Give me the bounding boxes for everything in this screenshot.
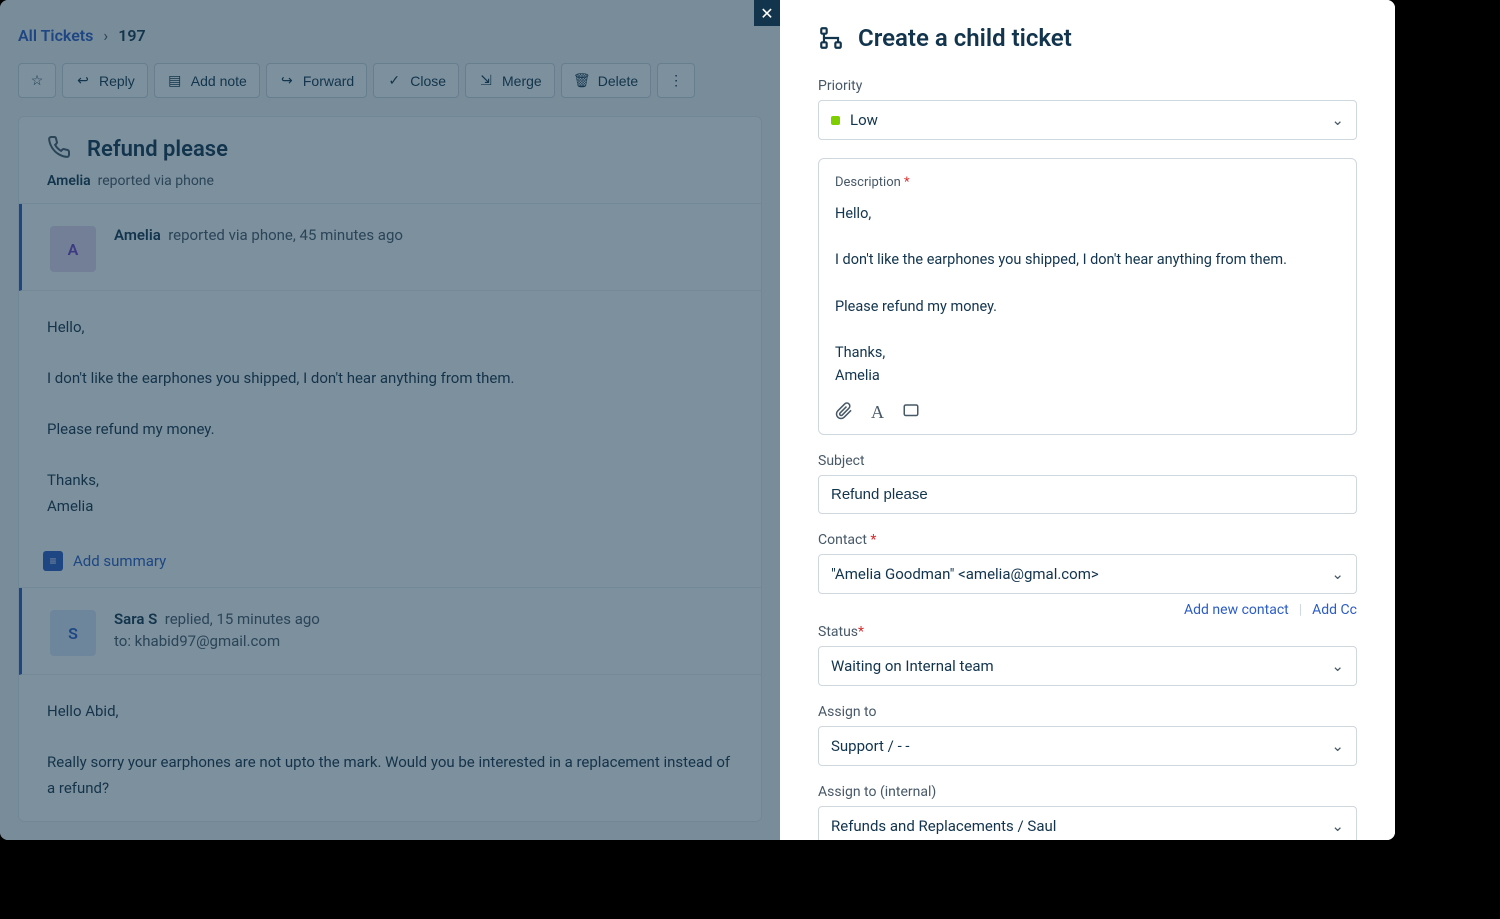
delete-button[interactable]: 🗑 Delete [561,63,651,98]
forward-button[interactable]: ↪ Forward [266,63,367,98]
subject-input[interactable] [818,475,1357,514]
description-text[interactable]: Hello, I don't like the earphones you sh… [835,202,1340,388]
required-icon: * [870,532,876,548]
author-name: Sara S [114,610,157,628]
message-meta: replied, 15 minutes ago [165,610,320,628]
reply-button[interactable]: ↩ Reply [62,63,148,98]
subject-label: Subject [818,453,1357,469]
summary-icon: ≡ [43,551,63,571]
description-editor[interactable]: Description * Hello, I don't like the ea… [818,158,1357,435]
assign-to-select[interactable]: Support / - - ⌄ [818,726,1357,766]
priority-label: Priority [818,78,1357,94]
breadcrumb-root[interactable]: All Tickets [18,26,93,45]
description-label: Description [835,175,901,190]
required-icon: * [904,175,910,190]
chevron-down-icon: ⌄ [1331,817,1344,835]
status-value: Waiting on Internal team [831,657,994,675]
chevron-down-icon: ⌄ [1331,737,1344,755]
reply-icon: ↩ [75,72,91,89]
trash-icon: 🗑 [574,72,590,89]
assign-to-label: Assign to [818,704,1357,720]
star-button[interactable]: ☆ [18,63,56,98]
chevron-down-icon: ⌄ [1331,657,1344,675]
priority-value: Low [850,111,878,129]
assign-internal-value: Refunds and Replacements / Saul [831,817,1056,835]
breadcrumb-id: 197 [118,26,145,45]
avatar: S [50,610,96,656]
chevron-right-icon: › [103,26,108,45]
toolbar: ☆ ↩ Reply ▤ Add note ↪ Forward ✓ Close ⇲ Merg… [0,59,780,116]
message-body: Hello, I don't like the earphones you sh… [19,291,761,539]
message-body: Hello Abid, Really sorry your earphones … [19,675,761,821]
ticket-subtitle: Amelia reported via phone [47,173,733,189]
phone-icon [47,135,71,163]
ticket-title: Refund please [87,137,228,162]
close-button[interactable]: ✓ Close [373,63,459,98]
text-format-icon[interactable]: A [871,402,884,424]
chevron-down-icon: ⌄ [1331,111,1344,129]
assign-internal-select[interactable]: Refunds and Replacements / Saul ⌄ [818,806,1357,841]
delete-label: Delete [598,73,638,89]
contact-label: Contact * [818,532,1357,548]
close-label: Close [410,73,446,89]
priority-dot-icon [831,116,840,125]
add-summary-button[interactable]: ≡ Add summary [19,539,761,587]
add-summary-label: Add summary [73,552,166,570]
add-note-button[interactable]: ▤ Add note [154,63,260,98]
forward-icon: ↪ [279,72,295,89]
merge-icon: ⇲ [478,72,494,89]
avatar: A [50,226,96,272]
message: A Amelia reported via phone, 45 minutes … [19,203,761,587]
reply-label: Reply [99,73,135,89]
merge-label: Merge [502,73,542,89]
contact-value: "Amelia Goodman" <amelia@gmal.com> [831,565,1099,583]
contact-select[interactable]: "Amelia Goodman" <amelia@gmal.com> ⌄ [818,554,1357,594]
forward-label: Forward [303,73,354,89]
message-meta: reported via phone, 45 minutes ago [168,226,403,244]
priority-select[interactable]: Low ⌄ [818,100,1357,140]
ticket-view: All Tickets › 197 ☆ ↩ Reply ▤ Add note ↪ Fo… [0,0,780,840]
author-name: Amelia [114,226,161,244]
add-note-label: Add note [191,73,247,89]
close-icon: ✕ [760,4,773,23]
star-icon: ☆ [29,72,45,89]
add-new-contact-link[interactable]: Add new contact [1184,602,1289,618]
assign-to-value: Support / - - [831,737,910,755]
canned-response-icon[interactable] [902,402,920,424]
merge-button[interactable]: ⇲ Merge [465,63,555,98]
panel-title: Create a child ticket [858,24,1072,52]
ticket-card: Refund please Amelia reported via phone … [18,116,762,822]
chevron-down-icon: ⌄ [1331,565,1344,583]
message: S Sara S replied, 15 minutes ago to: kha… [19,587,761,821]
status-label: Status* [818,624,1357,640]
add-cc-link[interactable]: Add Cc [1312,602,1357,618]
close-panel-button[interactable]: ✕ [754,0,780,26]
assign-internal-label: Assign to (internal) [818,784,1357,800]
status-select[interactable]: Waiting on Internal team ⌄ [818,646,1357,686]
message-to: to: khabid97@gmail.com [114,632,320,650]
kebab-icon: ⋮ [668,72,684,89]
more-button[interactable]: ⋮ [657,63,695,98]
child-ticket-icon [818,25,844,51]
required-icon: * [858,624,864,640]
check-icon: ✓ [386,72,402,89]
attachment-icon[interactable] [835,402,853,424]
create-child-ticket-panel: Create a child ticket Priority Low ⌄ Des… [780,0,1395,840]
breadcrumb: All Tickets › 197 [0,0,780,59]
note-icon: ▤ [167,72,183,89]
